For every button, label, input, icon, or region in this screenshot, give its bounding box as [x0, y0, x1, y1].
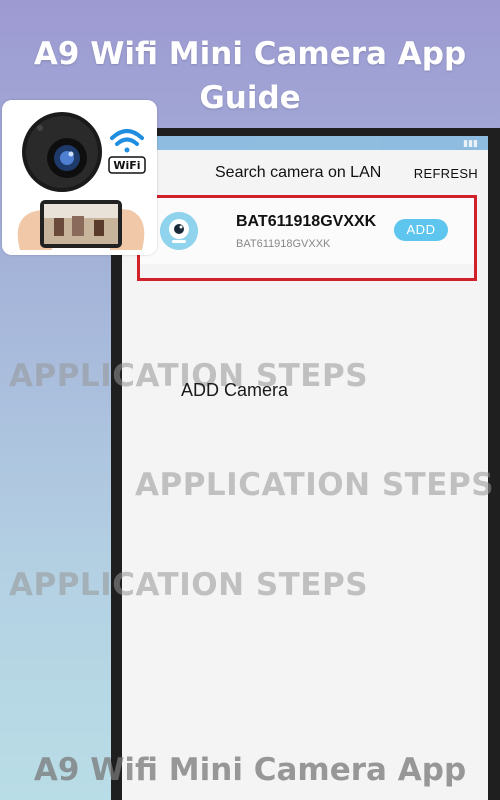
watermark-application-steps-3: APPLICATION STEPS [9, 567, 369, 603]
footer-headline: A9 Wifi Mini Camera App Guide [0, 748, 500, 800]
mini-camera-icon [22, 112, 102, 192]
footer-line-2: Guide [0, 792, 500, 800]
status-bar: ▮ ▮▮▮ [122, 136, 488, 150]
highlight-box [137, 195, 477, 281]
wifi-badge-text: WiFi [113, 159, 140, 172]
status-right-icons: ▮▮▮ [463, 137, 478, 148]
product-thumbnail: WiFi [2, 100, 157, 255]
headline-line-1: A9 Wifi Mini Camera App [33, 36, 467, 72]
nav-title: Search camera on LAN [215, 164, 382, 181]
camera-product-image: WiFi [2, 100, 157, 255]
watermark-application-steps-2: APPLICATION STEPS [135, 467, 495, 503]
refresh-button[interactable]: REFRESH [414, 166, 478, 181]
step-label: ADD Camera [181, 380, 289, 400]
footer-line-1: A9 Wifi Mini Camera App [33, 752, 467, 788]
nav-header: Search camera on LAN REFRESH [122, 150, 488, 196]
